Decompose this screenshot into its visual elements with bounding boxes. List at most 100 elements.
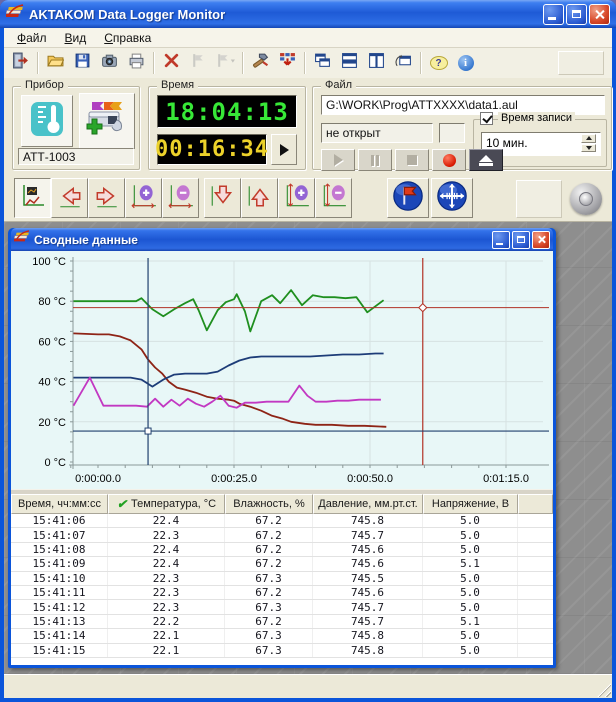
scroll-down-button[interactable] <box>204 178 241 218</box>
device-setup-button[interactable] <box>248 51 273 76</box>
record-icon <box>443 154 456 167</box>
file-groupbox: Файл G:\WORK\Prog\ATTXXXX\data1.aul не о… <box>312 86 612 170</box>
table-row[interactable]: 15:41:1322.267.2745.75.1 <box>11 615 553 629</box>
menu-file[interactable]: Файл <box>8 29 56 47</box>
table-row[interactable]: 15:41:1122.367.2745.65.0 <box>11 586 553 600</box>
close-button[interactable] <box>589 4 610 25</box>
table-row[interactable]: 15:41:0622.467.2745.85.0 <box>11 514 553 528</box>
table-row[interactable]: 15:41:1422.167.3745.85.0 <box>11 629 553 643</box>
pause-button[interactable] <box>358 149 392 171</box>
summary-table: Время, чч:мм:сс ✔Температура, °C Влажнос… <box>11 494 553 665</box>
time-group-label: Время <box>157 79 198 91</box>
summary-maximize-button[interactable] <box>512 231 530 249</box>
about-button[interactable]: i <box>453 51 478 76</box>
flag-marker-button[interactable] <box>387 178 429 218</box>
chart-home-button[interactable] <box>14 178 51 218</box>
column-header-temperature[interactable]: ✔Температура, °C <box>108 494 225 514</box>
pause-icon <box>371 155 379 166</box>
record-button[interactable] <box>432 149 466 171</box>
column-header-pressure[interactable]: Давление, мм.рт.ст. <box>313 494 423 514</box>
tile-vertical-button[interactable] <box>364 51 389 76</box>
snapshot-button[interactable] <box>97 51 122 76</box>
device-plug-icon <box>84 96 130 147</box>
zoom-y-in-button[interactable] <box>278 178 315 218</box>
exit-button[interactable] <box>8 51 33 76</box>
spinner-down-button[interactable] <box>581 144 596 153</box>
cascade-windows-button[interactable] <box>310 51 335 76</box>
table-row[interactable]: 15:41:1522.167.3745.85.0 <box>11 644 553 658</box>
minimize-button[interactable] <box>543 4 564 25</box>
summary-logo-icon <box>14 230 30 249</box>
main-toolbar: ? i <box>4 48 612 78</box>
zoom-x-out-icon <box>167 181 195 216</box>
zoom-y-in-icon <box>283 181 311 216</box>
arrow-right-icon <box>93 181 121 216</box>
svg-text:80 °C: 80 °C <box>38 296 66 308</box>
table-row[interactable]: 15:41:1222.367.3745.75.0 <box>11 600 553 614</box>
chart-toolbar-spacer-panel <box>516 180 562 218</box>
summary-titlebar[interactable]: Сводные данные <box>11 228 553 251</box>
play-icon <box>334 154 343 166</box>
menu-view[interactable]: Вид <box>56 29 96 47</box>
tile-horizontal-button[interactable] <box>337 51 362 76</box>
main-window: AKTAKOM Data Logger Monitor Файл Вид Спр… <box>0 0 616 702</box>
app-logo-icon <box>6 4 24 25</box>
maximize-button[interactable] <box>566 4 587 25</box>
crosshair-icon <box>436 180 468 217</box>
resize-grip[interactable] <box>597 683 611 697</box>
crosshair-cursor-button[interactable] <box>431 178 473 218</box>
spinner-up-button[interactable] <box>581 134 596 143</box>
thermometer-button[interactable] <box>21 95 73 147</box>
record-time-checkbox[interactable] <box>480 112 493 125</box>
column-header-time[interactable]: Время, чч:мм:сс <box>11 494 108 514</box>
connect-device-button[interactable] <box>79 93 135 149</box>
table-row[interactable]: 15:41:0822.467.2745.65.0 <box>11 543 553 557</box>
arrow-down-icon <box>209 181 237 216</box>
elapsed-mode-button[interactable] <box>271 134 297 165</box>
print-button[interactable] <box>124 51 149 76</box>
svg-text:0:00:00.0: 0:00:00.0 <box>75 473 121 485</box>
column-header-humidity[interactable]: Влажность, % <box>225 494 313 514</box>
data-grid-icon <box>279 52 296 74</box>
table-row[interactable]: 15:41:0722.367.2745.75.0 <box>11 528 553 542</box>
marker-left-button[interactable] <box>186 51 211 76</box>
arrange-windows-button[interactable] <box>391 51 416 76</box>
marker-right-button[interactable] <box>213 51 238 76</box>
play-button[interactable] <box>321 149 355 171</box>
zoom-y-out-button[interactable] <box>315 178 352 218</box>
toolbar-separator <box>37 52 39 74</box>
scroll-right-button[interactable] <box>88 178 125 218</box>
menu-bar: Файл Вид Справка <box>4 28 612 48</box>
down-arrow-icon <box>586 146 592 150</box>
eject-icon <box>479 155 493 166</box>
summary-window-title: Сводные данные <box>34 233 490 247</box>
summary-chart[interactable]: 0 °C20 °C40 °C60 °C80 °C100 °C0:00:00.00… <box>11 251 553 489</box>
table-row[interactable]: 15:41:1022.367.3745.55.0 <box>11 572 553 586</box>
check-icon: ✔ <box>117 497 127 511</box>
summary-minimize-button[interactable] <box>492 231 510 249</box>
help-button[interactable]: ? <box>426 51 451 76</box>
stop-icon <box>407 155 417 165</box>
eject-button[interactable] <box>469 149 503 171</box>
mdi-background: Сводные данные 0 °C20 °C40 °C60 °C80 °C1… <box>4 222 612 674</box>
up-arrow-icon <box>586 136 592 140</box>
svg-text:0:01:15.0: 0:01:15.0 <box>483 473 529 485</box>
menu-help[interactable]: Справка <box>95 29 160 47</box>
summary-close-button[interactable] <box>532 231 550 249</box>
marker-left-icon <box>190 52 207 74</box>
zoom-x-out-button[interactable] <box>162 178 199 218</box>
delete-button[interactable] <box>159 51 184 76</box>
save-button[interactable] <box>70 51 95 76</box>
table-row[interactable]: 15:41:0922.467.2745.65.1 <box>11 557 553 571</box>
table-header-row: Время, чч:мм:сс ✔Температура, °C Влажнос… <box>11 494 553 514</box>
column-header-voltage[interactable]: Напряжение, В <box>423 494 518 514</box>
file-counter-field <box>439 123 465 143</box>
open-file-button[interactable] <box>43 51 68 76</box>
zoom-x-in-button[interactable] <box>125 178 162 218</box>
file-status-field: не открыт <box>321 123 433 143</box>
scroll-up-button[interactable] <box>241 178 278 218</box>
data-view-button[interactable] <box>275 51 300 76</box>
stop-button[interactable] <box>395 149 429 171</box>
scroll-left-button[interactable] <box>51 178 88 218</box>
marker-right-icon <box>215 52 236 74</box>
